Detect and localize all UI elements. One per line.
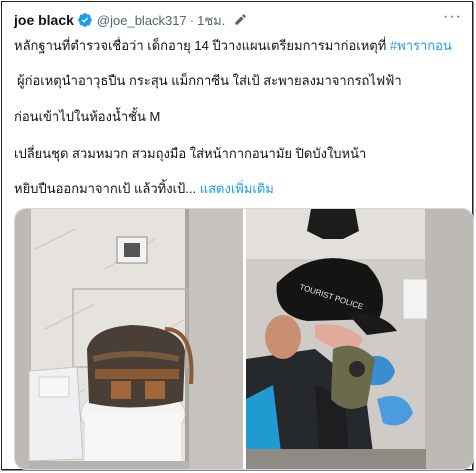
tweet-line-1-text: หลักฐานที่ตำรวจเชื่อว่า เด็กอายุ 14 ปีวา…	[14, 38, 390, 53]
timestamp[interactable]: 1ชม.	[197, 10, 225, 31]
author-name[interactable]: joe black	[14, 12, 74, 28]
tweet-header: joe black @joe_black317 · 1ชม.	[14, 11, 247, 29]
author-handle[interactable]: @joe_black317	[97, 13, 187, 28]
tweet-line-5: หยิบปืนออกมาจากเป้ แล้วทิ้งเป้... แสดงเพ…	[14, 181, 274, 197]
tweet-line-5-text: หยิบปืนออกมาจากเป้ แล้วทิ้งเป้...	[14, 181, 200, 196]
verified-badge-icon	[77, 12, 93, 28]
tweet-line-2: ผู้ก่อเหตุนำอาวุธปืน กระสุน แม็กกาซีน ใส…	[17, 73, 402, 88]
tweet-media[interactable]: TOURIST POLICE	[14, 208, 474, 470]
tweet-line-3: ก่อนเข้าไปในห้องน้ำชั้น M	[14, 109, 161, 124]
tweet-card[interactable]: joe black @joe_black317 · 1ชม. ··· หลักฐ…	[1, 1, 474, 470]
right-photo[interactable]: TOURIST POLICE	[246, 209, 473, 469]
tweet-line-4: เปลี่ยนชุด สวมหมวก สวมถุงมือ ใส่หน้ากากอ…	[14, 146, 367, 161]
more-options-icon[interactable]: ···	[443, 8, 462, 26]
hashtag-link[interactable]: #พารากอน	[390, 38, 452, 53]
left-photo[interactable]	[15, 209, 243, 469]
separator-dot: ·	[189, 12, 195, 28]
edit-pencil-icon[interactable]	[233, 13, 247, 27]
tweet-line-1: หลักฐานที่ตำรวจเชื่อว่า เด็กอายุ 14 ปีวา…	[14, 38, 452, 54]
show-more-link[interactable]: แสดงเพิ่มเติม	[200, 181, 274, 196]
